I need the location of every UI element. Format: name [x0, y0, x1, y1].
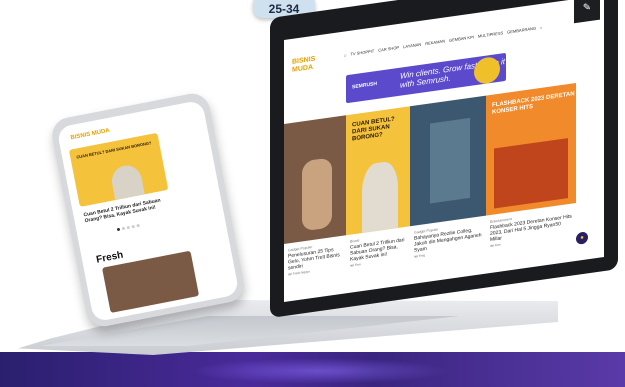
person-image: [362, 159, 398, 234]
home-icon[interactable]: ⌂: [344, 52, 346, 57]
carousel-dots[interactable]: [116, 223, 140, 232]
phone-hero-headline: CUAN BETUL? DARI SUKAN BORONG?: [75, 140, 152, 160]
search-icon[interactable]: ⌕: [540, 24, 542, 29]
card-headline: CUAN BETUL? DARI SUKAN BORONG?: [352, 116, 395, 143]
feature-card[interactable]: [284, 115, 346, 244]
feature-card[interactable]: [410, 95, 486, 227]
article-item[interactable]: Gadget Populer Penelusuran 25 Tips Gelo,…: [288, 239, 346, 277]
phone-hero-person: [109, 162, 145, 201]
light-streak: [190, 358, 450, 384]
phone-hero[interactable]: CUAN BETUL? DARI SUKAN BORONG?: [68, 132, 169, 207]
article-item[interactable]: Bisnis Cuan Betul 2 Trilliun dari Sabuan…: [350, 231, 408, 269]
crowd-image: [494, 138, 568, 209]
nav-item[interactable]: REKAMAN: [425, 38, 445, 46]
hand-phone-image: [302, 157, 332, 232]
building-image: [430, 117, 470, 204]
laptop-screen: BISNIS MUDA ⌂ TV SHOPPIT CAR SHOP LAYANA…: [284, 0, 604, 302]
article-item[interactable]: Entertainment Flashback 2023 Deretan Kon…: [490, 207, 574, 249]
phone-logo[interactable]: BISNIS MUDA: [70, 128, 110, 141]
feature-card[interactable]: FLASHBACK 2023 DERETAN KONSER HITS: [486, 82, 576, 216]
site-logo[interactable]: BISNIS MUDA: [292, 54, 326, 83]
nav-item[interactable]: LAYANAN: [403, 41, 421, 49]
article-item[interactable]: Gadget Populer Bahayanya Rezilie Colleg,…: [414, 220, 482, 260]
scroll-button[interactable]: ●: [576, 231, 588, 245]
pencil-icon[interactable]: ✎: [574, 0, 600, 24]
ad-brand: SEMRUSH: [352, 80, 378, 91]
nav-item[interactable]: GEMBAN KPI: [449, 34, 474, 43]
nav-item[interactable]: TV SHOPPIT: [350, 48, 374, 56]
feature-card[interactable]: CUAN BETUL? DARI SUKAN BORONG?: [346, 106, 410, 236]
card-headline: FLASHBACK 2023 DERETAN KONSER HITS: [492, 91, 575, 116]
nav-item[interactable]: CAR SHOP: [378, 44, 399, 52]
nav-item[interactable]: MULTIPRESS: [478, 30, 503, 39]
nav-item[interactable]: GEMBARRANG: [507, 25, 536, 34]
